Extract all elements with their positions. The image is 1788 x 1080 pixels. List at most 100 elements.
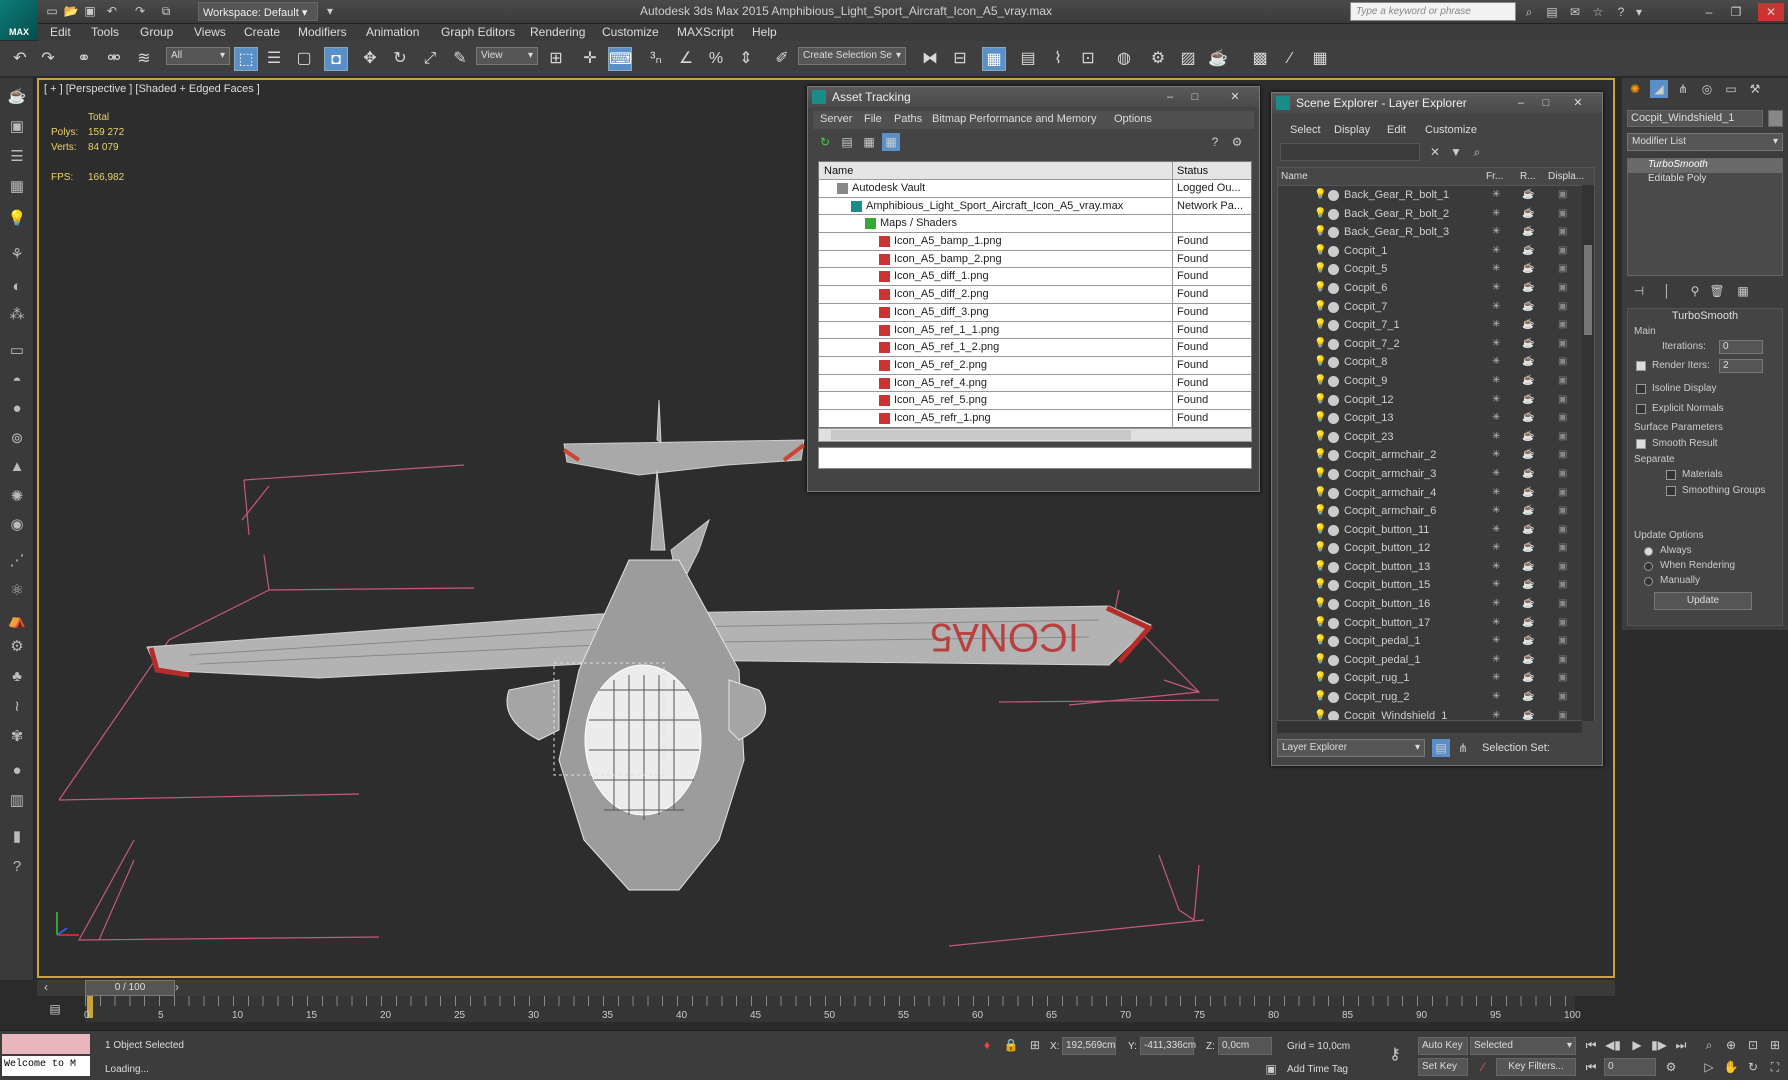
freeze-icon[interactable]: ✳ bbox=[1492, 223, 1500, 242]
freeze-icon[interactable]: ✳ bbox=[1492, 521, 1500, 540]
display-icon[interactable]: ▣ bbox=[1558, 614, 1567, 633]
col-render-header[interactable]: R... bbox=[1520, 171, 1536, 182]
layer-object-row[interactable]: 💡 Cocpit_7 ✳ ☕ ▣ bbox=[1278, 298, 1594, 317]
place-icon[interactable]: ✎ bbox=[448, 47, 472, 71]
freeze-icon[interactable]: ✳ bbox=[1492, 558, 1500, 577]
object-name-field[interactable]: Cocpit_Windshield_1 bbox=[1627, 110, 1763, 127]
maximize-viewport-icon[interactable]: ⛶ bbox=[1766, 1058, 1784, 1076]
key-icon[interactable]: ⚷ bbox=[1386, 1046, 1404, 1064]
unlink-icon[interactable]: ⚮ bbox=[102, 47, 126, 71]
hide-toggle-icon[interactable]: 💡 bbox=[1314, 576, 1326, 595]
renderable-icon[interactable]: ☕ bbox=[1522, 632, 1534, 651]
help-icon[interactable]: ? bbox=[1612, 3, 1630, 21]
display-icon[interactable]: ▣ bbox=[1558, 205, 1567, 224]
select-by-name-icon[interactable]: ☰ bbox=[262, 47, 286, 71]
keyboard-shortcut-icon[interactable]: ⌨ bbox=[608, 47, 632, 71]
menu-graph-editors[interactable]: Graph Editors bbox=[441, 24, 515, 41]
next-key-icon[interactable]: ▮▶ bbox=[1650, 1036, 1668, 1054]
menu-modifiers[interactable]: Modifiers bbox=[298, 24, 347, 41]
box-icon[interactable]: ▭ bbox=[5, 340, 29, 362]
lock-doc-icon[interactable]: ▮ bbox=[5, 826, 29, 848]
project-folder-icon[interactable]: ⧉ bbox=[158, 3, 174, 19]
key-filters-button[interactable]: Key Filters... bbox=[1496, 1058, 1576, 1076]
layer-object-row[interactable]: 💡 Cocpit_armchair_3 ✳ ☕ ▣ bbox=[1278, 465, 1594, 484]
layer-hscrollbar[interactable] bbox=[1277, 721, 1582, 733]
render-icon[interactable]: ▣ bbox=[5, 116, 29, 138]
layer-object-row[interactable]: 💡 Cocpit_button_13 ✳ ☕ ▣ bbox=[1278, 558, 1594, 577]
absolute-mode-icon[interactable]: ⊞ bbox=[1026, 1036, 1044, 1054]
modify-tab-icon[interactable]: ◢ bbox=[1650, 80, 1668, 98]
display-icon[interactable]: ▣ bbox=[1558, 428, 1567, 447]
display-icon[interactable]: ▣ bbox=[1558, 279, 1567, 298]
zoom-all-icon[interactable]: ⊕ bbox=[1722, 1036, 1740, 1054]
display-icon[interactable]: ▣ bbox=[1558, 446, 1567, 465]
layer-object-row[interactable]: 💡 Cocpit_rug_2 ✳ ☕ ▣ bbox=[1278, 688, 1594, 707]
undo-button-icon[interactable]: ↶ bbox=[8, 47, 32, 71]
goto-end-icon[interactable]: ⏭ bbox=[1672, 1036, 1690, 1054]
display-icon[interactable]: ▣ bbox=[1558, 707, 1567, 720]
renderable-icon[interactable]: ☕ bbox=[1522, 576, 1534, 595]
freeze-icon[interactable]: ✳ bbox=[1492, 502, 1500, 521]
time-slider-track[interactable] bbox=[37, 980, 1615, 996]
layer-object-row[interactable]: 💡 Cocpit_button_15 ✳ ☕ ▣ bbox=[1278, 576, 1594, 595]
minimize-icon[interactable]: – bbox=[1161, 90, 1179, 104]
display-icon[interactable]: ▣ bbox=[1558, 632, 1567, 651]
time-tag-icon[interactable]: ▣ bbox=[1262, 1060, 1280, 1078]
menu-tools[interactable]: Tools bbox=[91, 24, 119, 41]
display-icon[interactable]: ▣ bbox=[1558, 688, 1567, 707]
menu-maxscript[interactable]: MAXScript bbox=[677, 24, 734, 41]
freeze-icon[interactable]: ✳ bbox=[1492, 279, 1500, 298]
select-manipulate-icon[interactable]: ✛ bbox=[578, 47, 602, 71]
maxscript-listener[interactable]: Welcome to M bbox=[2, 1056, 90, 1076]
asset-menu-options[interactable]: Options bbox=[1114, 113, 1152, 125]
layer-object-row[interactable]: 💡 Cocpit_button_11 ✳ ☕ ▣ bbox=[1278, 521, 1594, 540]
pan-icon[interactable]: ✋ bbox=[1722, 1058, 1740, 1076]
freeze-icon[interactable]: ✳ bbox=[1492, 353, 1500, 372]
y-coordinate-field[interactable]: -411,336cm bbox=[1140, 1037, 1196, 1055]
display-icon[interactable]: ▣ bbox=[1558, 372, 1567, 391]
prev-key-icon[interactable]: ◀▮ bbox=[1604, 1036, 1622, 1054]
renderable-icon[interactable]: ☕ bbox=[1522, 242, 1534, 261]
display-icon[interactable]: ▣ bbox=[1558, 558, 1567, 577]
display-icon[interactable]: ▣ bbox=[1558, 521, 1567, 540]
freeze-icon[interactable]: ✳ bbox=[1492, 539, 1500, 558]
asset-row[interactable]: Icon_A5_diff_3.png Found bbox=[819, 303, 1251, 322]
asset-row[interactable]: Icon_A5_bamp_2.png Found bbox=[819, 250, 1251, 269]
menu-rendering[interactable]: Rendering bbox=[530, 24, 585, 41]
renderable-icon[interactable]: ☕ bbox=[1522, 428, 1534, 447]
shell-icon[interactable]: ✾ bbox=[5, 726, 29, 748]
hide-toggle-icon[interactable]: 💡 bbox=[1314, 707, 1326, 720]
align-icon[interactable]: ⊟ bbox=[948, 47, 972, 71]
always-radio[interactable] bbox=[1644, 547, 1653, 556]
curve-editor-icon[interactable]: ⌇ bbox=[1046, 47, 1070, 71]
renderable-icon[interactable]: ☕ bbox=[1522, 298, 1534, 317]
renderable-icon[interactable]: ☕ bbox=[1522, 707, 1534, 720]
hide-toggle-icon[interactable]: 💡 bbox=[1314, 446, 1326, 465]
hide-toggle-icon[interactable]: 💡 bbox=[1314, 242, 1326, 261]
renderable-icon[interactable]: ☕ bbox=[1522, 279, 1534, 298]
renderable-icon[interactable]: ☕ bbox=[1522, 595, 1534, 614]
hide-toggle-icon[interactable]: 💡 bbox=[1314, 391, 1326, 410]
layer-vscrollbar[interactable] bbox=[1582, 185, 1594, 721]
renderable-icon[interactable]: ☕ bbox=[1522, 260, 1534, 279]
z-coordinate-field[interactable]: 0,0cm bbox=[1218, 1037, 1272, 1055]
set-key-icon[interactable]: ⁄ bbox=[1474, 1058, 1492, 1076]
asset-menu-bitmap[interactable]: Bitmap Performance and Memory bbox=[932, 113, 1096, 125]
asset-help-icon[interactable]: ? bbox=[1206, 133, 1224, 151]
layer-object-row[interactable]: 💡 Cocpit_armchair_2 ✳ ☕ ▣ bbox=[1278, 446, 1594, 465]
freeze-icon[interactable]: ✳ bbox=[1492, 205, 1500, 224]
renderable-icon[interactable]: ☕ bbox=[1522, 353, 1534, 372]
gear-icon[interactable]: ⚙ bbox=[5, 636, 29, 658]
rectangular-selection-icon[interactable]: ▢ bbox=[292, 47, 316, 71]
close-icon[interactable]: ✕ bbox=[1226, 90, 1244, 104]
render-setup-icon[interactable]: ⚙ bbox=[1146, 47, 1170, 71]
asset-row[interactable]: Autodesk Vault Logged Ou... bbox=[819, 180, 1251, 198]
explicit-normals-checkbox[interactable] bbox=[1636, 404, 1646, 414]
maximize-icon[interactable]: □ bbox=[1186, 90, 1204, 104]
smooth-result-checkbox[interactable] bbox=[1636, 439, 1646, 449]
sphere-icon[interactable]: ● bbox=[5, 398, 29, 420]
light-icon[interactable]: 💡 bbox=[5, 208, 29, 230]
asset-path-field[interactable] bbox=[818, 447, 1252, 469]
mirror-icon[interactable]: ⧓ bbox=[918, 47, 942, 71]
freeze-icon[interactable]: ✳ bbox=[1492, 391, 1500, 410]
